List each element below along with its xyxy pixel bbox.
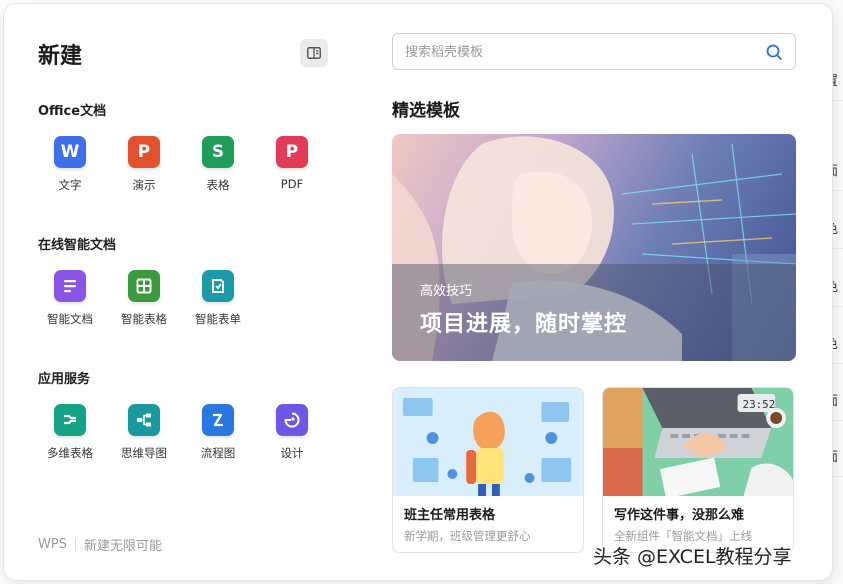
item-label: 智能表格 (121, 312, 167, 326)
panel-icon (307, 47, 321, 59)
item-label: 智能文档 (47, 312, 93, 326)
item-label: 流程图 (200, 446, 236, 460)
new-design[interactable]: 设计 (255, 404, 329, 461)
template-search-input[interactable] (405, 44, 765, 59)
hero-title: 项目进展，随时掌控 (420, 312, 628, 337)
item-label: 演示 (132, 178, 156, 192)
new-multidim-table[interactable]: 多维表格 (33, 404, 107, 461)
dialog-title: 新建 (38, 44, 83, 69)
new-smart-form[interactable]: 智能表单 (181, 270, 255, 327)
wps-writer-icon: W (54, 136, 86, 168)
section-title-smart-docs: 在线智能文档 (38, 238, 117, 253)
search-icon[interactable] (765, 43, 783, 61)
item-label: 文字 (58, 178, 82, 192)
smart-form-icon (202, 270, 234, 302)
new-writer-doc[interactable]: W 文字 (33, 136, 107, 193)
wps-spreadsheet-icon: S (202, 136, 234, 168)
new-pdf[interactable]: P PDF (255, 136, 329, 191)
new-document-dialog: 新建 Office文档 W 文字 P 演示 S 表格 P PDF 在线智能文档 … (4, 4, 832, 580)
wps-slogan: 新建无限可能 (83, 539, 162, 554)
design-icon (276, 404, 308, 436)
item-label: 思维导图 (121, 446, 167, 460)
new-smart-doc[interactable]: 智能文档 (33, 270, 107, 327)
footer-divider (74, 538, 76, 551)
template-card[interactable]: 23:52 写作这件事，没那么难 全新组件「智能文档」上线 (602, 387, 794, 553)
new-presentation[interactable]: P 演示 (107, 136, 181, 193)
item-label: 多维表格 (47, 446, 93, 460)
card-title: 班主任常用表格 (404, 508, 496, 523)
flowchart-icon (202, 404, 234, 436)
section-title-app-services: 应用服务 (38, 372, 91, 387)
template-card[interactable]: 班主任常用表格 新学期，班级管理更舒心 (392, 387, 584, 553)
new-flowchart[interactable]: 流程图 (181, 404, 255, 461)
card-description: 新学期，班级管理更舒心 (404, 529, 531, 543)
featured-hero-banner[interactable]: 高效技巧 项目进展，随时掌控 (392, 134, 796, 361)
item-label: 设计 (280, 446, 304, 460)
card-illustration-teacher (393, 388, 583, 496)
featured-templates-title: 精选模板 (392, 101, 460, 121)
multidim-table-icon (54, 404, 86, 436)
new-mindmap[interactable]: 思维导图 (107, 404, 181, 461)
hero-subtitle: 高效技巧 (420, 284, 473, 299)
wps-presentation-icon: P (128, 136, 160, 168)
template-search-box (392, 33, 796, 70)
section-title-office: Office文档 (38, 104, 107, 119)
wps-pdf-icon: P (276, 136, 308, 168)
watermark: 头条 @EXCEL教程分享 (593, 546, 792, 568)
card-title: 写作这件事，没那么难 (614, 508, 745, 523)
item-label: 表格 (206, 178, 230, 192)
svg-text:23:52: 23:52 (743, 398, 776, 411)
new-smart-sheet[interactable]: 智能表格 (107, 270, 181, 327)
item-label: 智能表单 (195, 312, 241, 326)
smart-doc-icon (54, 270, 86, 302)
smart-sheet-icon (128, 270, 160, 302)
card-illustration-writing: 23:52 (603, 388, 793, 499)
wps-footer: WPS 新建无限可能 (38, 535, 162, 554)
item-label: PDF (280, 177, 304, 191)
wps-brand: WPS (38, 537, 67, 552)
sidebar-toggle-button[interactable] (300, 39, 328, 67)
new-spreadsheet[interactable]: S 表格 (181, 136, 255, 193)
mindmap-icon (128, 404, 160, 436)
